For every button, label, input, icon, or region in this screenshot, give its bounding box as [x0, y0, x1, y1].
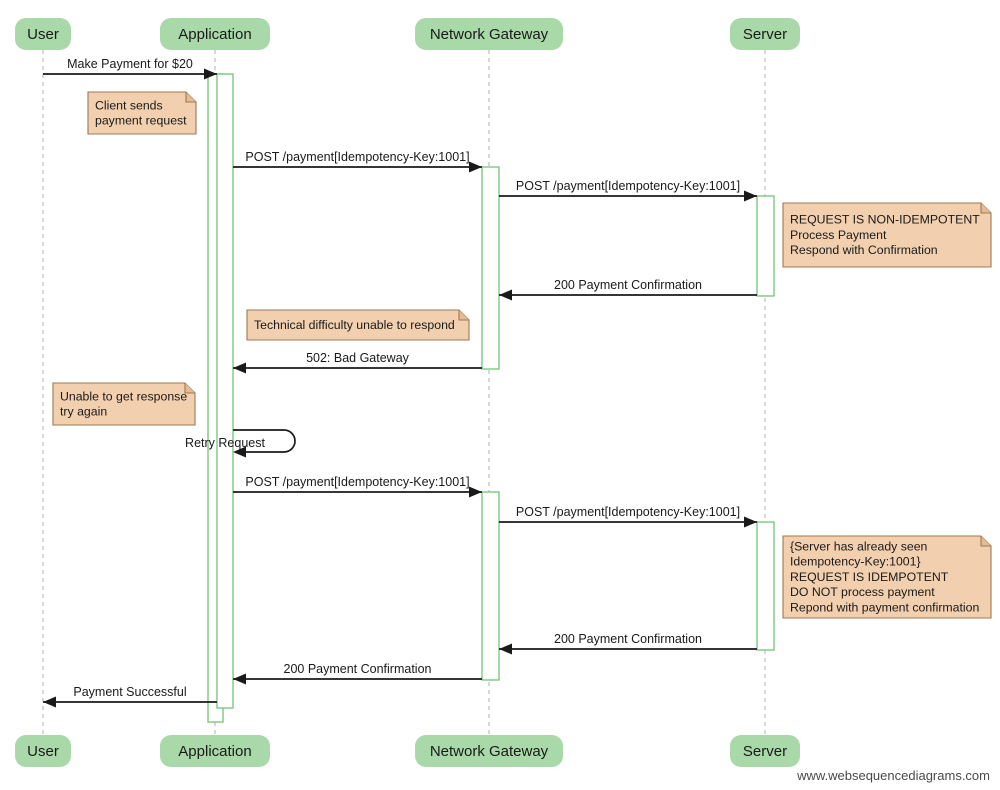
note-fold-corner-icon	[458, 310, 469, 321]
actor-label: Application	[178, 743, 251, 760]
activation-bar-app	[216, 73, 234, 709]
activation-bar-gateway	[481, 491, 500, 681]
message-label: 200 Payment Confirmation	[554, 278, 702, 292]
activation-bar-server	[756, 195, 775, 297]
note-non-idempotent: REQUEST IS NON-IDEMPOTENTProcess Payment…	[782, 202, 992, 268]
actor-app-bottom[interactable]: Application	[160, 735, 270, 767]
message-m1: Make Payment for $20	[43, 57, 217, 80]
note-fold-corner-icon	[185, 92, 196, 103]
actor-label: Network Gateway	[430, 26, 549, 43]
note-technical-difficulty: Technical difficulty unable to respond	[246, 309, 470, 341]
message-m6: Retry Request	[185, 429, 296, 458]
note-line: Process Payment	[790, 228, 887, 242]
message-label: Retry Request	[185, 436, 265, 450]
footer-watermark: www.websequencediagrams.com	[796, 768, 990, 783]
message-arrowhead	[43, 696, 56, 708]
actor-label: Network Gateway	[430, 743, 549, 760]
actor-server-top[interactable]: Server	[730, 18, 800, 50]
message-m11: Payment Successful	[43, 685, 217, 708]
note-idempotent: {Server has already seenIdempotency-Key:…	[782, 535, 992, 619]
actor-label: User	[27, 26, 59, 43]
note-line: payment request	[95, 114, 187, 128]
message-m5: 502: Bad Gateway	[233, 351, 482, 374]
actor-user-top[interactable]: User	[15, 18, 71, 50]
actor-app-top[interactable]: Application	[160, 18, 270, 50]
activation-bar-server	[756, 521, 775, 651]
message-label: POST /payment[Idempotency-Key:1001]	[245, 475, 469, 489]
message-arrowhead	[744, 516, 757, 528]
note-line: Respond with Confirmation	[790, 243, 938, 257]
message-m4: 200 Payment Confirmation	[499, 278, 757, 301]
footer-layer: www.websequencediagrams.com	[796, 768, 990, 783]
message-label: Make Payment for $20	[67, 57, 193, 71]
message-arrowhead	[499, 289, 512, 301]
actor-gateway-bottom[interactable]: Network Gateway	[415, 735, 563, 767]
note-line: REQUEST IS IDEMPOTENT	[790, 570, 949, 584]
actor-label: Application	[178, 26, 251, 43]
note-line: DO NOT process payment	[790, 585, 935, 599]
actor-label: Server	[743, 26, 787, 43]
actor-user-bottom[interactable]: User	[15, 735, 71, 767]
sequence-diagram-svg: Make Payment for $20 POST /payment[Idempo…	[15, 18, 992, 783]
activations-layer	[207, 73, 775, 723]
note-line: Technical difficulty unable to respond	[254, 318, 455, 332]
actor-label: Server	[743, 743, 787, 760]
message-m10: 200 Payment Confirmation	[233, 662, 482, 685]
message-m7: POST /payment[Idempotency-Key:1001]	[233, 475, 482, 498]
note-unable-response: Unable to get response try again	[52, 382, 196, 426]
note-fold-corner-icon	[980, 203, 991, 214]
note-line: Idempotency-Key:1001}	[790, 555, 921, 569]
message-arrowhead	[469, 486, 482, 498]
message-arrowhead	[744, 190, 757, 202]
messages-layer: Make Payment for $20 POST /payment[Idempo…	[43, 57, 757, 708]
notes-layer: Client sends payment request REQUEST IS NO…	[52, 91, 992, 619]
message-label: 200 Payment Confirmation	[554, 632, 702, 646]
message-m8: POST /payment[Idempotency-Key:1001]	[499, 505, 757, 528]
activation-bar-gateway	[481, 166, 500, 370]
note-line: try again	[60, 405, 107, 419]
message-arrowhead	[499, 643, 512, 655]
note-line: Unable to get response	[60, 389, 187, 403]
message-label: POST /payment[Idempotency-Key:1001]	[516, 505, 740, 519]
message-label: 502: Bad Gateway	[306, 351, 410, 365]
message-m2: POST /payment[Idempotency-Key:1001]	[233, 150, 482, 173]
note-line: Repond with payment confirmation	[790, 600, 979, 614]
note-client-sends: Client sends payment request	[87, 91, 197, 135]
actor-server-bottom[interactable]: Server	[730, 735, 800, 767]
sequence-diagram-canvas: Make Payment for $20 POST /payment[Idempo…	[0, 0, 1000, 790]
note-line: REQUEST IS NON-IDEMPOTENT	[790, 213, 980, 227]
message-arrowhead	[469, 161, 482, 173]
actor-label: User	[27, 743, 59, 760]
note-line: Client sends	[95, 98, 163, 112]
message-label: Payment Successful	[73, 685, 186, 699]
message-arrowhead	[233, 362, 246, 374]
message-label: POST /payment[Idempotency-Key:1001]	[245, 150, 469, 164]
message-m3: POST /payment[Idempotency-Key:1001]	[499, 179, 757, 202]
message-arrowhead	[233, 673, 246, 685]
actor-gateway-top[interactable]: Network Gateway	[415, 18, 563, 50]
message-label: 200 Payment Confirmation	[284, 662, 432, 676]
message-m9: 200 Payment Confirmation	[499, 632, 757, 655]
message-label: POST /payment[Idempotency-Key:1001]	[516, 179, 740, 193]
note-fold-corner-icon	[980, 536, 991, 547]
note-line: {Server has already seen	[790, 540, 928, 554]
